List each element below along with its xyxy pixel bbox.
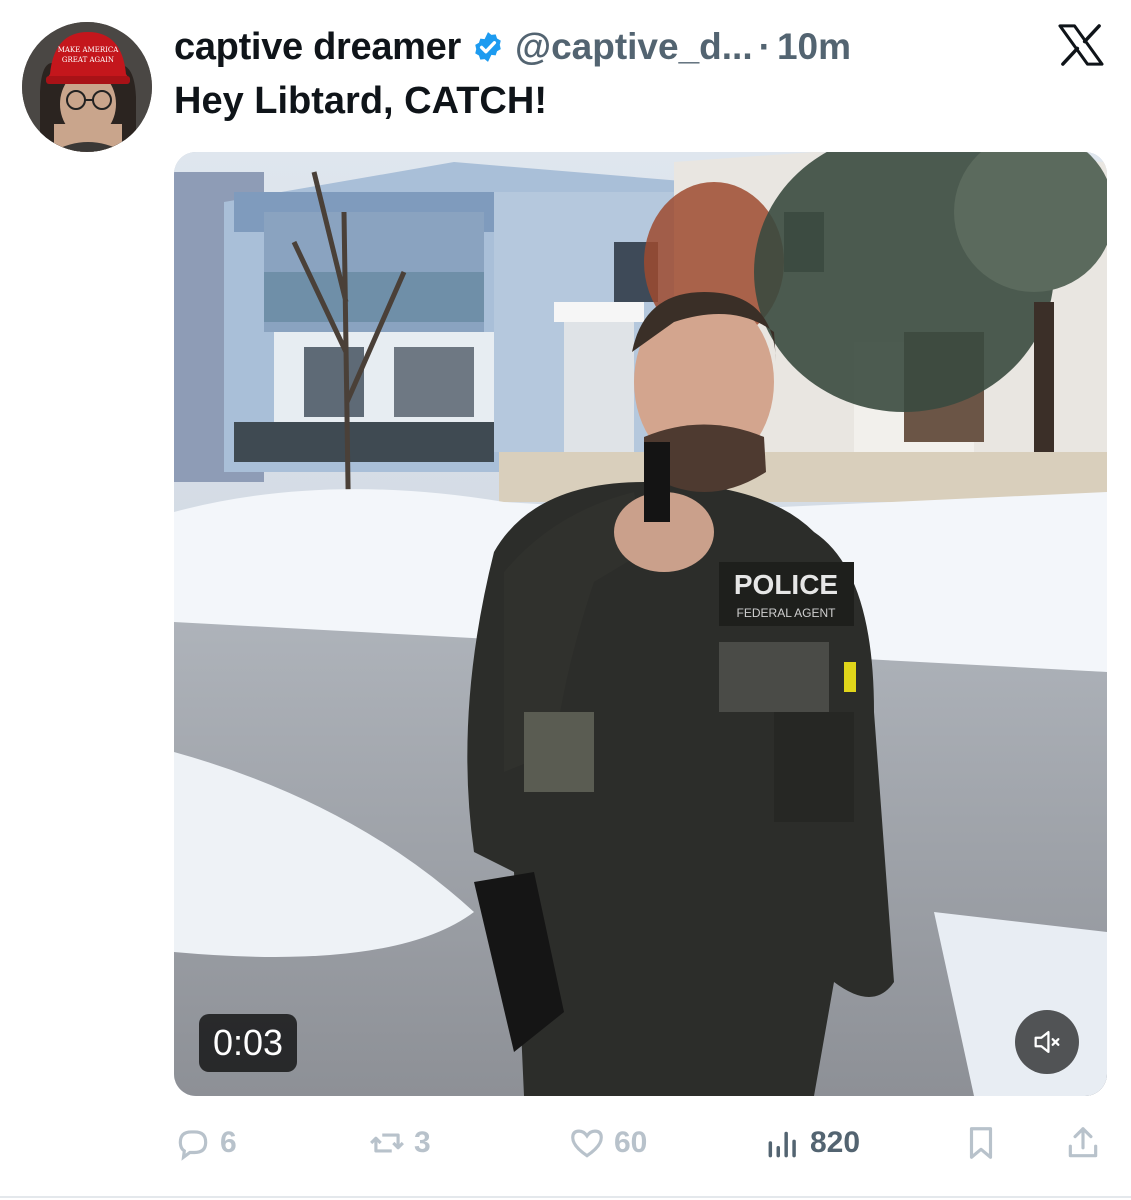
- repost-button[interactable]: 3: [368, 1118, 431, 1168]
- display-name[interactable]: captive dreamer: [174, 26, 461, 69]
- heart-icon: [571, 1129, 603, 1158]
- repost-icon: [370, 1133, 404, 1153]
- views-chart-icon: [768, 1131, 796, 1158]
- views-button[interactable]: 820: [764, 1118, 860, 1168]
- reply-icon: [178, 1130, 208, 1161]
- tweet-header: captive dreamer @captive_d... · 10m: [174, 22, 851, 72]
- repost-count: 3: [414, 1126, 431, 1159]
- handle[interactable]: @captive_d...: [515, 26, 753, 68]
- tweet-text: Hey Libtard, CATCH!: [174, 80, 547, 122]
- video-duration-badge: 0:03: [199, 1014, 298, 1072]
- mute-toggle-button[interactable]: [1015, 1010, 1079, 1074]
- video-player[interactable]: POLICE FEDERAL AGENT 0:03: [174, 152, 1107, 1096]
- avatar[interactable]: MAKE AMERICA GREAT AGAIN: [22, 22, 152, 152]
- like-count: 60: [614, 1126, 648, 1159]
- divider: [0, 1196, 1131, 1198]
- hat-text-line2: GREAT AGAIN: [62, 56, 114, 64]
- vest-police-label: POLICE: [734, 569, 838, 600]
- bookmark-button[interactable]: [962, 1118, 1008, 1168]
- share-button[interactable]: [1064, 1118, 1110, 1168]
- separator-dot: ·: [758, 26, 771, 67]
- hat-text-line1: MAKE AMERICA: [58, 46, 120, 54]
- reply-button[interactable]: 6: [174, 1118, 237, 1168]
- tweet-action-bar: 6 3 60 820: [174, 1118, 1107, 1168]
- reply-count: 6: [220, 1126, 237, 1159]
- speaker-muted-icon: [1034, 1030, 1060, 1054]
- timestamp[interactable]: 10m: [777, 26, 851, 68]
- bookmark-icon: [969, 1127, 993, 1159]
- vest-sublabel: FEDERAL AGENT: [737, 606, 837, 620]
- view-count: 820: [810, 1126, 861, 1159]
- share-icon: [1068, 1127, 1098, 1158]
- verified-badge-icon[interactable]: [471, 30, 505, 64]
- like-button[interactable]: 60: [568, 1118, 647, 1168]
- x-logo-icon[interactable]: [1058, 24, 1104, 66]
- video-frame: POLICE FEDERAL AGENT: [174, 152, 1107, 1096]
- avatar-image: MAKE AMERICA GREAT AGAIN: [22, 22, 152, 152]
